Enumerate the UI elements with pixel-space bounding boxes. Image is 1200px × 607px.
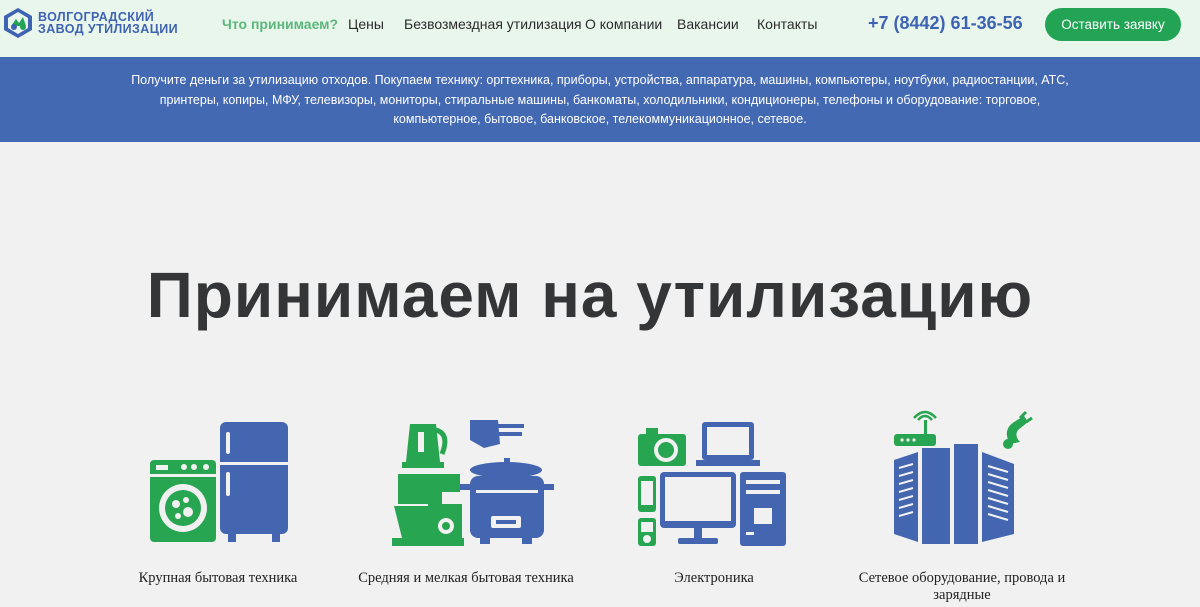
washer-fridge-icon [150, 422, 288, 542]
category-label: Сетевое оборудование, провода и зарядные [858, 570, 1066, 603]
logo-line-2: ЗАВОД УТИЛИЗАЦИИ [38, 22, 179, 36]
site-logo[interactable]: ВОЛГОГРАДСКИЙ ЗАВОД УТИЛИЗАЦИИ [0, 6, 178, 40]
nav-item-vacancies[interactable]: Вакансии [677, 16, 739, 32]
info-banner: Получите деньги за утилизацию отходов. П… [0, 57, 1200, 142]
network-equipment-icon [894, 410, 1033, 544]
kitchen-appliances-icon [392, 420, 554, 546]
category-electronics[interactable]: Электроника [594, 410, 834, 586]
nav-item-prices[interactable]: Цены [348, 16, 384, 32]
submit-request-button[interactable]: Оставить заявку [1045, 8, 1181, 41]
category-label: Средняя и мелкая бытовая техника [358, 570, 574, 586]
nav-item-what-we-accept[interactable]: Что принимаем? [222, 16, 338, 32]
banner-text: Получите деньги за утилизацию отходов. П… [131, 73, 1069, 126]
nav-item-free-disposal[interactable]: Безвозмездная утилизация [404, 16, 582, 32]
nav-item-about[interactable]: О компании [585, 16, 662, 32]
category-label: Электроника [674, 570, 754, 586]
phone-link[interactable]: +7 (8442) 61-36-56 [868, 13, 1023, 34]
category-network-equipment[interactable]: Сетевое оборудование, провода и зарядные [842, 410, 1082, 603]
page-title: Принимаем на утилизацию [146, 259, 1034, 331]
category-large-appliances[interactable]: Крупная бытовая техника [98, 410, 338, 586]
logo-text: ВОЛГОГРАДСКИЙ ЗАВОД УТИЛИЗАЦИИ [38, 11, 179, 36]
logo-icon [4, 8, 32, 38]
electronics-icon [638, 422, 786, 546]
nav-item-contacts[interactable]: Контакты [757, 16, 817, 32]
site-header: ВОЛГОГРАДСКИЙ ЗАВОД УТИЛИЗАЦИИ Что прини… [0, 0, 1200, 57]
category-label: Крупная бытовая техника [138, 570, 298, 586]
category-small-appliances[interactable]: Средняя и мелкая бытовая техника [346, 410, 586, 586]
